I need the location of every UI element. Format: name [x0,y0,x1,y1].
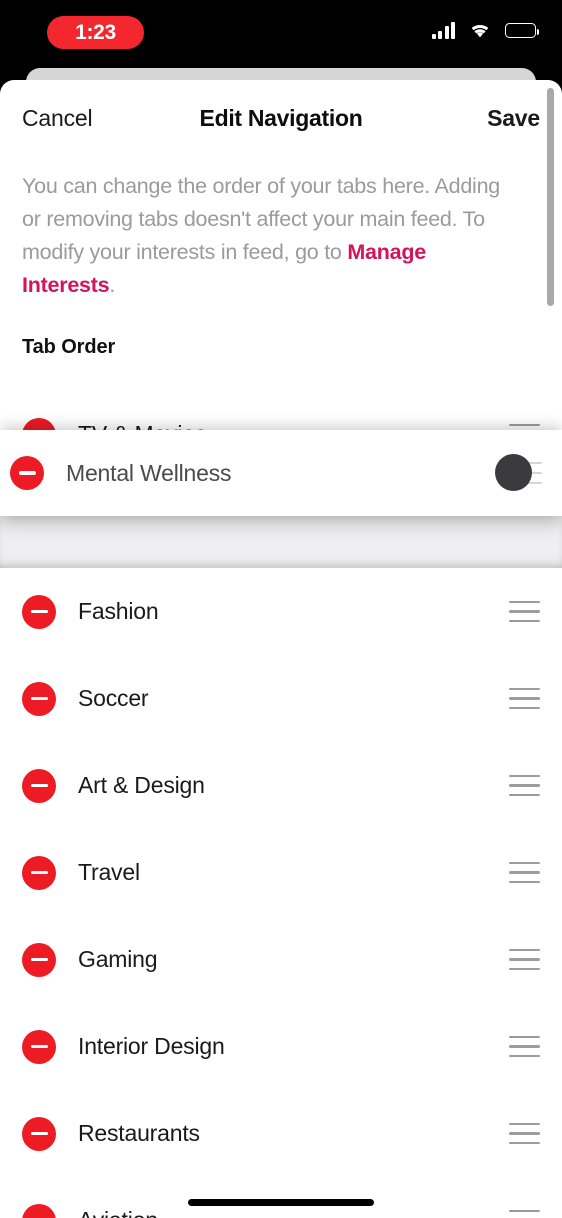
status-icons [431,22,539,39]
drag-handle-icon[interactable] [509,861,540,884]
home-indicator [188,1199,374,1206]
drag-handle-icon[interactable] [509,948,540,971]
battery-icon [505,23,539,38]
remove-tab-minus-icon[interactable] [22,681,56,716]
remove-tab-minus-icon[interactable] [22,1203,56,1218]
table-row[interactable]: Soccer [0,655,562,742]
list-item-label: Gaming [78,946,158,972]
list-item-label: Travel [78,859,140,885]
description-after: . [109,273,116,297]
wifi-icon [468,22,492,39]
status-time: 1:23 [75,20,116,44]
scrollbar[interactable] [547,88,554,398]
list-item-label: Aviation [78,1207,158,1218]
list-item-label: Fashion [78,598,159,624]
dragged-list-item[interactable]: Mental Wellness [0,430,562,516]
edit-navigation-sheet: Cancel Edit Navigation Save You can chan… [0,80,562,1218]
tab-order-heading: Tab Order [22,336,116,358]
scrollbar-thumb[interactable] [547,88,554,306]
remove-tab-minus-icon[interactable] [22,1029,56,1064]
table-row[interactable]: Restaurants [0,1090,562,1177]
status-bar: 1:23 [0,0,562,68]
drag-handle-icon[interactable] [495,454,542,491]
drag-handle-icon[interactable] [509,687,540,710]
remove-tab-minus-icon[interactable] [22,855,56,890]
dragged-item-label: Mental Wellness [66,459,232,486]
remove-tab-minus-icon[interactable] [10,456,44,490]
table-row[interactable]: Travel [0,829,562,916]
save-button[interactable]: Save [487,105,540,132]
drag-handle-icon[interactable] [509,600,540,623]
table-row[interactable]: Fashion [0,568,562,655]
drag-handle-icon[interactable] [509,1035,540,1058]
navigation-bar: Cancel Edit Navigation Save [0,80,562,156]
remove-tab-minus-icon[interactable] [22,768,56,803]
list-item-label: Soccer [78,685,149,711]
drag-handle-icon[interactable] [509,774,540,797]
drag-handle-icon[interactable] [509,1209,540,1218]
remove-tab-minus-icon[interactable] [22,1116,56,1151]
description-text: You can change the order of your tabs he… [0,156,536,302]
drag-handle-icon[interactable] [509,1122,540,1145]
cellular-signal-icon [431,22,455,39]
table-row[interactable]: Art & Design [0,742,562,829]
table-row[interactable]: Interior Design [0,1003,562,1090]
touch-pointer-indicator [495,454,532,491]
list-item-label: Restaurants [78,1120,200,1146]
remove-tab-minus-icon[interactable] [22,594,56,629]
table-row[interactable]: Aviation [0,1177,562,1218]
phone-screen: 1:23 Cancel Edit Navigation Save You can… [0,0,562,1218]
cancel-button[interactable]: Cancel [22,105,93,132]
table-row[interactable]: Gaming [0,916,562,1003]
list-item-label: Interior Design [78,1033,225,1059]
description-before: You can change the order of your tabs he… [22,174,500,264]
list-item-label: Art & Design [78,772,205,798]
remove-tab-minus-icon[interactable] [22,942,56,977]
time-pill: 1:23 [47,16,144,49]
